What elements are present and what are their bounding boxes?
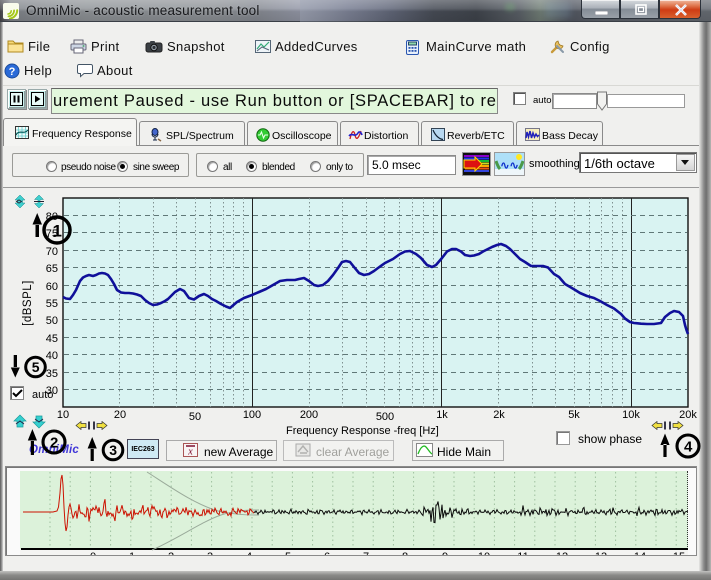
svg-text:3: 3 xyxy=(109,442,117,458)
svg-text:5: 5 xyxy=(32,359,40,375)
svg-text:4: 4 xyxy=(684,439,693,456)
svg-text:1: 1 xyxy=(52,222,61,241)
svg-text:2: 2 xyxy=(50,435,58,452)
